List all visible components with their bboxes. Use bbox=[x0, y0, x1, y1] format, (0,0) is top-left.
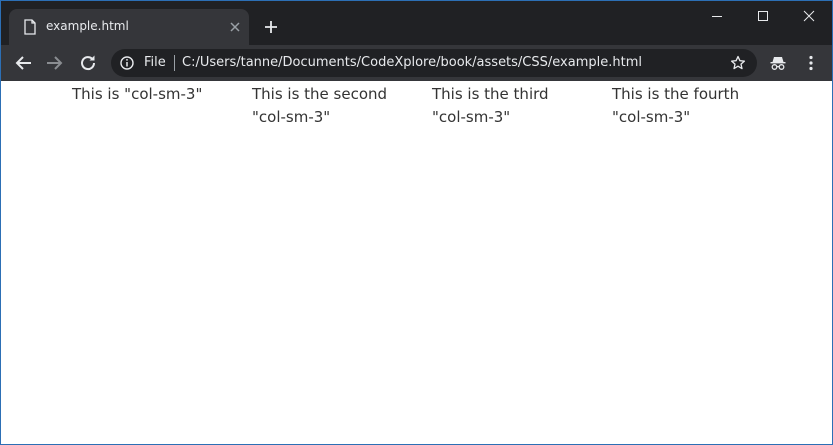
tab-active[interactable]: example.html bbox=[9, 9, 249, 45]
column-4: This is the fourth "col-sm-3" bbox=[612, 85, 740, 126]
column-1: This is "col-sm-3" bbox=[72, 85, 203, 103]
page-icon bbox=[24, 19, 36, 35]
maximize-icon[interactable] bbox=[740, 1, 786, 31]
page-content: This is "col-sm-3" This is the second "c… bbox=[1, 81, 832, 444]
address-divider bbox=[174, 55, 175, 71]
browser-window: example.html File C:/Users/tanne/Documen… bbox=[0, 0, 833, 445]
kebab-menu-icon[interactable] bbox=[802, 54, 820, 72]
star-icon[interactable] bbox=[730, 55, 746, 71]
arrow-left-icon[interactable] bbox=[13, 52, 35, 74]
reload-icon[interactable] bbox=[77, 52, 99, 74]
window-close-icon[interactable] bbox=[786, 1, 832, 31]
plus-icon[interactable] bbox=[262, 18, 280, 36]
minimize-icon[interactable] bbox=[694, 1, 740, 31]
arrow-right-icon[interactable] bbox=[43, 52, 65, 74]
tab-strip: example.html bbox=[1, 1, 832, 45]
incognito-icon[interactable] bbox=[769, 54, 787, 72]
scheme-label: File bbox=[144, 55, 166, 70]
toolbar: File C:/Users/tanne/Documents/CodeXplore… bbox=[1, 45, 832, 81]
column-2: This is the second "col-sm-3" bbox=[252, 85, 388, 126]
url-text[interactable]: C:/Users/tanne/Documents/CodeXplore/book… bbox=[182, 55, 642, 70]
address-bar[interactable]: File C:/Users/tanne/Documents/CodeXplore… bbox=[111, 49, 757, 77]
close-icon[interactable] bbox=[228, 20, 242, 34]
tab-title: example.html bbox=[46, 19, 129, 33]
column-3: This is the third "col-sm-3" bbox=[432, 85, 549, 126]
info-icon[interactable] bbox=[120, 56, 134, 70]
